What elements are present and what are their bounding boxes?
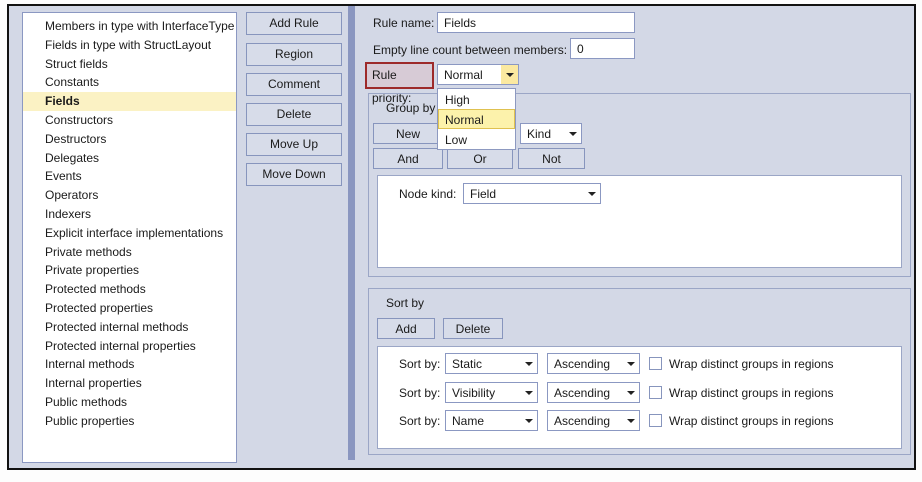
- chevron-down-icon[interactable]: [520, 354, 537, 373]
- list-item[interactable]: Events: [23, 167, 236, 186]
- list-item[interactable]: Protected methods: [23, 280, 236, 299]
- sort-order-combo[interactable]: Ascending: [547, 382, 640, 403]
- sort-add-button[interactable]: Add: [377, 318, 435, 339]
- sort-order-value: Ascending: [554, 386, 610, 400]
- dropdown-option-normal[interactable]: Normal: [438, 109, 515, 129]
- sort-field-value: Visibility: [452, 386, 495, 400]
- node-kind-combo[interactable]: Field: [463, 183, 601, 204]
- kind-combo-value: Kind: [527, 127, 551, 141]
- sort-field-value: Name: [452, 414, 484, 428]
- list-item[interactable]: Constructors: [23, 111, 236, 130]
- wrap-groups-label: Wrap distinct groups in regions: [669, 414, 834, 428]
- chevron-down-icon[interactable]: [622, 354, 639, 373]
- or-button[interactable]: Or: [447, 148, 513, 169]
- node-kind-label: Node kind:: [399, 187, 456, 201]
- list-item[interactable]: Private properties: [23, 261, 236, 280]
- chevron-down-icon[interactable]: [622, 411, 639, 430]
- empty-line-count-input[interactable]: [570, 38, 635, 59]
- list-item[interactable]: Protected properties: [23, 299, 236, 318]
- list-item[interactable]: Operators: [23, 186, 236, 205]
- sort-by-row-label: Sort by:: [399, 357, 440, 371]
- list-item[interactable]: Private methods: [23, 243, 236, 262]
- list-item[interactable]: Internal methods: [23, 355, 236, 374]
- group-by-panel: Node kind: Field: [377, 175, 902, 268]
- list-item[interactable]: Internal properties: [23, 374, 236, 393]
- rule-list[interactable]: Members in type with InterfaceType Field…: [22, 12, 237, 463]
- sort-order-combo[interactable]: Ascending: [547, 353, 640, 374]
- list-item[interactable]: Protected internal methods: [23, 318, 236, 337]
- sort-order-value: Ascending: [554, 357, 610, 371]
- dropdown-option-low[interactable]: Low: [438, 129, 515, 149]
- chevron-down-icon[interactable]: [583, 184, 600, 203]
- delete-button[interactable]: Delete: [246, 103, 342, 126]
- and-button[interactable]: And: [373, 148, 443, 169]
- rule-priority-dropdown: High Normal Low: [437, 88, 516, 150]
- list-item[interactable]: Explicit interface implementations: [23, 224, 236, 243]
- list-item[interactable]: Destructors: [23, 130, 236, 149]
- rule-priority-combo[interactable]: Normal: [437, 64, 519, 85]
- move-down-button[interactable]: Move Down: [246, 163, 342, 186]
- chevron-down-icon[interactable]: [520, 411, 537, 430]
- rule-name-label: Rule name:: [373, 16, 434, 30]
- list-item-selected[interactable]: Fields: [23, 92, 236, 111]
- wrap-groups-label: Wrap distinct groups in regions: [669, 357, 834, 371]
- empty-line-count-label: Empty line count between members:: [373, 43, 567, 57]
- list-item[interactable]: Protected internal properties: [23, 337, 236, 356]
- node-kind-value: Field: [470, 187, 496, 201]
- sort-field-value: Static: [452, 357, 482, 371]
- list-item[interactable]: Members in type with InterfaceType: [23, 17, 236, 36]
- rule-editor-window: Members in type with InterfaceType Field…: [7, 4, 916, 470]
- move-up-button[interactable]: Move Up: [246, 133, 342, 156]
- chevron-down-icon[interactable]: [622, 383, 639, 402]
- list-item[interactable]: Public methods: [23, 393, 236, 412]
- chevron-down-icon[interactable]: [564, 124, 581, 143]
- sort-delete-button[interactable]: Delete: [443, 318, 503, 339]
- list-item[interactable]: Public properties: [23, 412, 236, 431]
- sort-by-title: Sort by: [386, 296, 424, 310]
- group-by-title: Group by: [386, 101, 435, 115]
- kind-combo[interactable]: Kind: [520, 123, 582, 144]
- list-item[interactable]: Struct fields: [23, 55, 236, 74]
- sort-order-value: Ascending: [554, 414, 610, 428]
- wrap-groups-label: Wrap distinct groups in regions: [669, 386, 834, 400]
- rule-priority-highlight: Rule priority:: [365, 62, 434, 89]
- not-button[interactable]: Not: [518, 148, 585, 169]
- list-item[interactable]: Indexers: [23, 205, 236, 224]
- window-content: Members in type with InterfaceType Field…: [9, 6, 914, 468]
- wrap-groups-checkbox[interactable]: [649, 414, 662, 427]
- sort-order-combo[interactable]: Ascending: [547, 410, 640, 431]
- group-by-new-button[interactable]: New: [373, 123, 443, 144]
- list-item[interactable]: Constants: [23, 73, 236, 92]
- sort-field-combo[interactable]: Visibility: [445, 382, 538, 403]
- sort-by-row-label: Sort by:: [399, 386, 440, 400]
- list-item[interactable]: Delegates: [23, 149, 236, 168]
- sort-by-panel: Sort by: Static Ascending Wrap distinct …: [377, 346, 902, 449]
- sort-by-row-label: Sort by:: [399, 414, 440, 428]
- dropdown-option-high[interactable]: High: [438, 89, 515, 109]
- sort-field-combo[interactable]: Name: [445, 410, 538, 431]
- chevron-down-icon[interactable]: [501, 65, 518, 84]
- wrap-groups-checkbox[interactable]: [649, 357, 662, 370]
- list-item[interactable]: Fields in type with StructLayout: [23, 36, 236, 55]
- region-button[interactable]: Region: [246, 43, 342, 66]
- wrap-groups-checkbox[interactable]: [649, 386, 662, 399]
- rule-priority-value: Normal: [444, 68, 483, 82]
- add-rule-button[interactable]: Add Rule: [246, 12, 342, 35]
- splitter-handle[interactable]: [348, 6, 355, 460]
- sort-field-combo[interactable]: Static: [445, 353, 538, 374]
- rule-name-input[interactable]: [437, 12, 635, 33]
- comment-button[interactable]: Comment: [246, 73, 342, 96]
- chevron-down-icon[interactable]: [520, 383, 537, 402]
